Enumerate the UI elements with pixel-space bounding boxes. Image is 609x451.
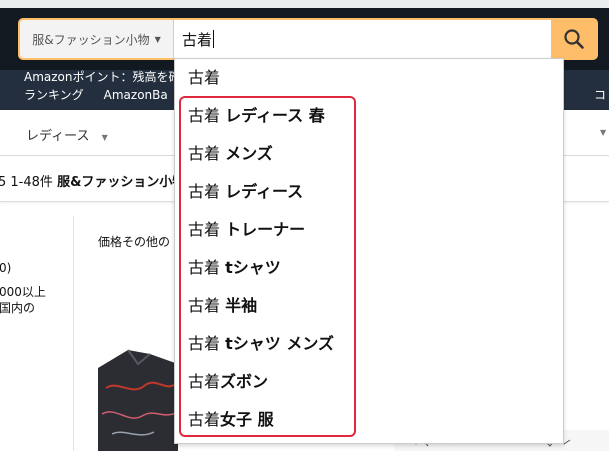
search-button[interactable]: [551, 20, 596, 58]
amazon-points-link[interactable]: Amazonポイント：残高を確: [24, 70, 181, 85]
suggestion-item[interactable]: 古着ズボン: [188, 372, 268, 392]
caret-down-icon: ▼: [154, 34, 161, 44]
suggestion-bold: ズボン: [220, 372, 269, 391]
nav-link-ranking[interactable]: ランキング: [24, 87, 84, 104]
text-cursor: [213, 30, 215, 48]
filter-line[interactable]: 000以上: [0, 284, 46, 300]
suggestion-item[interactable]: 古着: [188, 68, 220, 88]
nav-links: ランキング AmazonBa: [24, 87, 168, 104]
search-bar: 服&ファッション小物 ▼ 古着: [18, 18, 598, 60]
suggestion-base: 古着: [188, 258, 226, 277]
suggestion-item[interactable]: 古着 レディース: [188, 182, 303, 202]
suggestion-base: 古着: [188, 220, 226, 239]
category-label: 服&ファッション小物: [32, 32, 150, 47]
suggestion-bold: トレーナー: [225, 220, 306, 239]
product-photo: [98, 349, 178, 451]
chevron-down-icon[interactable]: ▼: [600, 128, 606, 137]
suggestion-bold: レディース 春: [225, 106, 325, 125]
suggestion-base: 古着: [188, 182, 226, 201]
suggestion-base: 古着: [188, 334, 226, 353]
search-input[interactable]: 古着: [174, 20, 551, 58]
suggestion-item[interactable]: 古着 tシャツ: [188, 258, 281, 278]
suggestion-item[interactable]: 古着女子 服: [188, 410, 274, 430]
search-query: 古着: [182, 30, 213, 49]
suggestion-bold: tシャツ メンズ: [225, 334, 334, 353]
suggestion-base: 古着: [188, 372, 221, 391]
suggestion-bold: tシャツ: [225, 258, 281, 277]
suggestion-base: 古着: [188, 410, 221, 429]
filter-line[interactable]: 0): [0, 260, 11, 276]
suggestion-base: 古着: [188, 68, 221, 87]
category-dropdown[interactable]: 服&ファッション小物 ▼: [20, 20, 174, 58]
chevron-down-icon: ▼: [101, 133, 108, 142]
top-strip: [0, 0, 609, 8]
suggestion-item[interactable]: 古着 メンズ: [188, 144, 273, 164]
subnav-item-label: レディース: [26, 129, 90, 144]
suggestion-bold: 女子 服: [220, 410, 274, 429]
results-count: 5 1-48件 服&ファッション小物: [0, 171, 185, 190]
results-category: 服&ファッション小物: [57, 175, 186, 190]
suggestion-item[interactable]: 古着 tシャツ メンズ: [188, 334, 334, 354]
subnav-item-ladies[interactable]: レディース ▼: [26, 125, 108, 144]
price-note: 価格その他の: [98, 235, 171, 249]
suggestion-base: 古着: [188, 106, 226, 125]
search-suggestions-dropdown: 古着 古着 レディース 春 古着 メンズ 古着 レディース 古着 トレーナー 古…: [174, 58, 564, 444]
suggestion-bold: レディース: [225, 182, 304, 201]
filter-sidebar: 0) 000以上 国内の: [0, 202, 74, 451]
suggestion-item[interactable]: 古着 トレーナー: [188, 220, 305, 240]
column-divider: [73, 216, 74, 451]
suggestion-item[interactable]: 古着 レディース 春: [188, 106, 325, 126]
nav-link-right[interactable]: コ: [594, 87, 606, 104]
nav-link-amazonbasics[interactable]: AmazonBa: [104, 87, 168, 104]
suggestion-bold: メンズ: [225, 144, 273, 163]
suggestion-base: 古着: [188, 144, 226, 163]
filter-line[interactable]: 国内の: [0, 300, 35, 316]
product-image[interactable]: [98, 268, 178, 451]
suggestion-base: 古着: [188, 296, 226, 315]
search-icon: [563, 29, 584, 49]
results-count-text: 5 1-48件: [0, 175, 53, 190]
suggestion-item[interactable]: 古着 半袖: [188, 296, 257, 316]
suggestion-bold: 半袖: [225, 296, 258, 315]
